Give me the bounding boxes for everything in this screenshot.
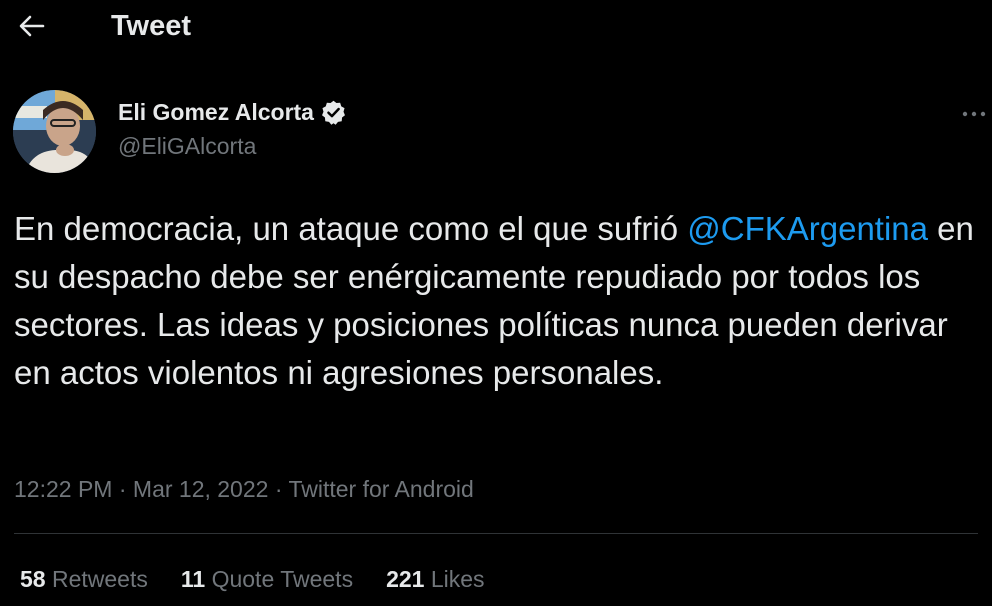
meta-separator: · xyxy=(268,476,289,502)
back-button[interactable] xyxy=(14,8,50,44)
tweet-text-part: En democracia, un ataque como el que suf… xyxy=(14,210,688,247)
more-options-button[interactable] xyxy=(956,104,992,124)
more-horizontal-icon xyxy=(962,111,986,117)
meta-separator: · xyxy=(112,476,133,502)
top-bar: Tweet xyxy=(0,0,992,52)
divider xyxy=(14,533,978,534)
tweet-date[interactable]: Mar 12, 2022 xyxy=(133,476,269,502)
likes-count: 221 xyxy=(386,566,425,592)
retweets-count: 58 xyxy=(20,566,46,592)
arrow-left-icon xyxy=(19,15,45,37)
quote-tweets-count: 11 xyxy=(180,566,206,592)
author-name-row: Eli Gomez Alcorta xyxy=(118,97,347,127)
author-handle[interactable]: @EliGAlcorta xyxy=(118,133,256,160)
page-title: Tweet xyxy=(111,10,192,42)
retweets-stat[interactable]: 58 Retweets xyxy=(20,564,148,594)
retweets-label: Retweets xyxy=(45,566,148,592)
mention-link[interactable]: @CFKArgentina xyxy=(687,210,928,247)
quote-tweets-label: Quote Tweets xyxy=(205,566,354,592)
likes-label: Likes xyxy=(424,566,485,592)
likes-stat[interactable]: 221 Likes xyxy=(386,564,484,594)
tweet-source[interactable]: Twitter for Android xyxy=(288,476,473,502)
tweet-time[interactable]: 12:22 PM xyxy=(14,476,112,502)
avatar[interactable] xyxy=(13,90,96,173)
tweet-stats: 58 Retweets 11 Quote Tweets 221 Likes xyxy=(20,564,518,594)
verified-badge-icon xyxy=(322,100,345,125)
tweet-text: En democracia, un ataque como el que suf… xyxy=(14,205,979,397)
quote-tweets-stat[interactable]: 11 Quote Tweets xyxy=(181,564,353,594)
avatar-image xyxy=(13,90,96,173)
tweet-metadata: 12:22 PM · Mar 12, 2022 · Twitter for An… xyxy=(14,474,474,504)
author-name[interactable]: Eli Gomez Alcorta xyxy=(118,99,314,126)
